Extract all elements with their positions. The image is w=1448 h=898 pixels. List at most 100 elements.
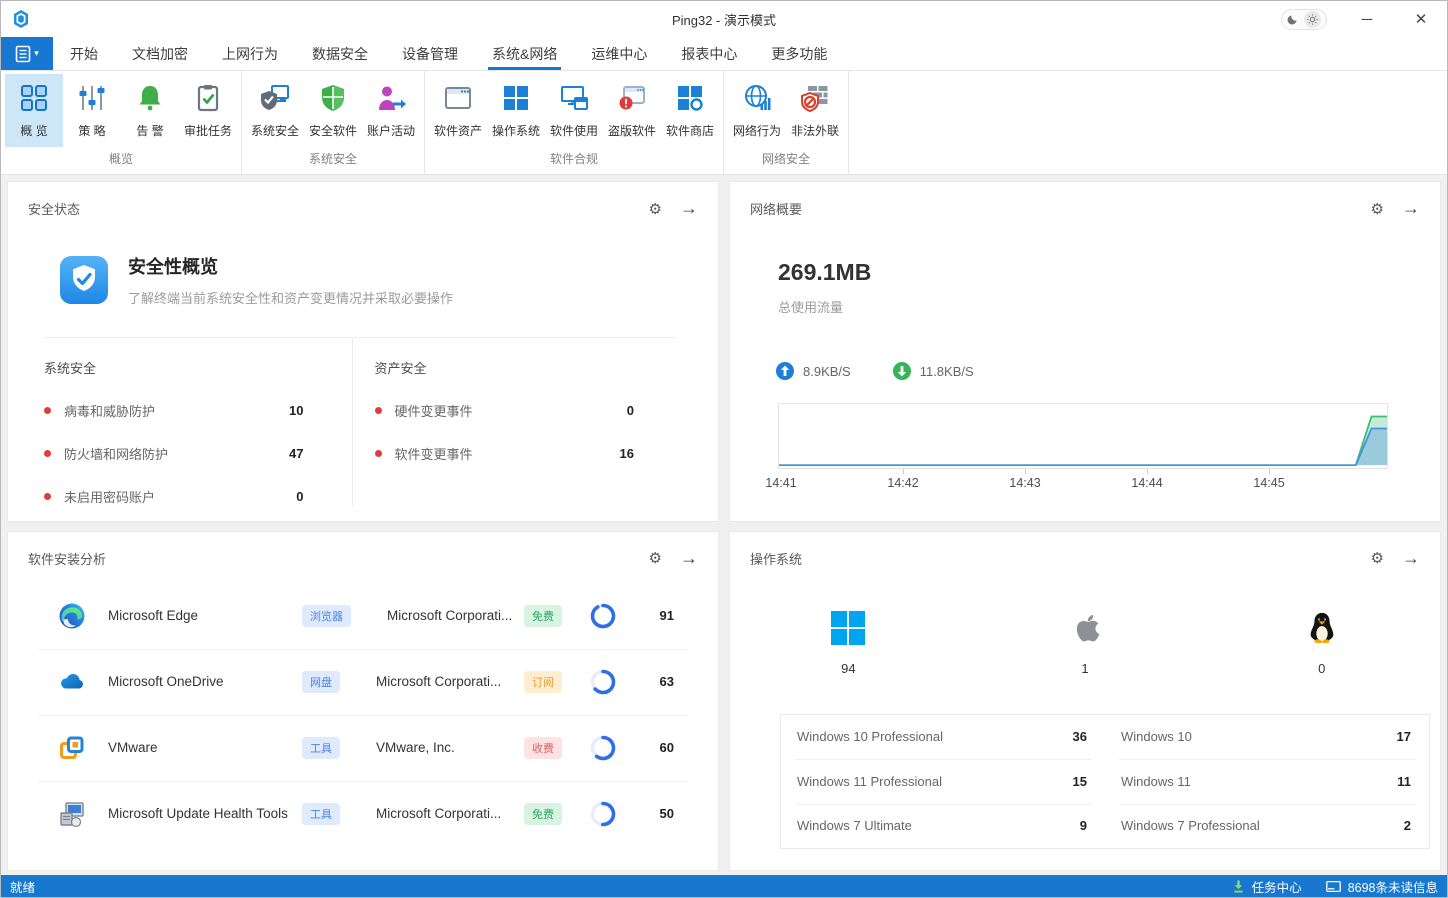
license-badge: 订阅 [524,671,562,693]
arrow-right-icon[interactable]: → [680,198,698,219]
os-linux-summary[interactable]: 0 [1203,611,1440,676]
ribbon-button-alerts[interactable]: 告 警 [121,74,179,147]
software-row-onedrive[interactable]: Microsoft OneDrive 网盘 Microsoft Corporat… [8,649,718,715]
ribbon-button-network-behavior[interactable]: 网络行为 [728,74,786,147]
table-cell[interactable]: Windows 10 Professional 36 [781,715,1105,760]
panel-security-status: 安全状态 ⚙ → 安全性概览 了解终端当前系统安全性和资产变更情况并采取必要操作 [7,181,719,522]
system-security-column: 系统安全 病毒和威胁防护 10 防火墙和网络防护 47 未启用密码账户 [44,338,353,506]
app-window-icon [443,81,473,115]
envelope-icon [1326,881,1341,892]
license-badge: 免费 [524,605,562,627]
file-menu-button[interactable]: ▾ [1,37,53,70]
alert-dot-icon [44,407,51,414]
onedrive-icon [58,668,86,696]
software-row-edge[interactable]: Microsoft Edge 浏览器 Microsoft Corporati..… [8,583,718,649]
asset-security-column: 资产安全 硬件变更事件 0 软件变更事件 16 [353,338,677,506]
gear-icon[interactable]: ⚙ [1371,200,1384,218]
ribbon-button-approval-tasks[interactable]: 审批任务 [179,74,237,147]
app-window: Ping32 - 演示模式 [0,0,1448,898]
alert-dot-icon [44,450,51,457]
status-text: 就绪 [10,877,35,896]
security-stat-row[interactable]: 未启用密码账户 0 [44,487,304,506]
close-button[interactable]: ✕ [1407,12,1435,27]
gear-icon[interactable]: ⚙ [649,200,662,218]
arrow-right-icon[interactable]: → [1402,198,1420,219]
gear-icon[interactable]: ⚙ [1371,549,1384,567]
window-title: Ping32 - 演示模式 [1,10,1447,29]
panel-operating-systems: 操作系统 ⚙ → 94 1 [729,531,1441,872]
network-total-label: 总使用流量 [778,297,1440,316]
category-badge: 工具 [302,737,340,759]
sliders-icon [77,81,107,115]
chevron-down-icon: ▾ [34,48,39,59]
unread-messages-button[interactable]: 8698条未读信息 [1326,877,1438,896]
ms-edge-icon [58,602,86,630]
ribbon-button-software-assets[interactable]: 软件资产 [429,74,487,147]
software-row-vmware[interactable]: VMware 工具 VMware, Inc. 收费 60 [8,715,718,781]
ribbon-button-security-software[interactable]: 安全软件 [304,74,362,147]
ribbon: 概 览 策 略 [1,71,1447,175]
tab-doc-encryption[interactable]: 文档加密 [115,37,205,70]
install-ratio-ring [590,801,616,827]
table-row: Windows 11 Professional 15 Windows 11 11 [781,759,1429,804]
ribbon-button-software-usage[interactable]: 软件使用 [545,74,603,147]
security-overview-subtitle: 了解终端当前系统安全性和资产变更情况并采取必要操作 [128,288,453,307]
arrow-right-icon[interactable]: → [1402,548,1420,569]
ribbon-button-system-security[interactable]: 系统安全 [246,74,304,147]
theme-toggle[interactable] [1281,9,1327,30]
tab-ops-center[interactable]: 运维中心 [574,37,664,70]
table-cell[interactable]: Windows 7 Professional 2 [1105,804,1429,849]
shield-monitor-icon [260,81,290,115]
tab-web-behavior[interactable]: 上网行为 [205,37,295,70]
security-stat-row[interactable]: 防火墙和网络防护 47 [44,444,304,463]
gear-icon[interactable]: ⚙ [649,549,662,567]
ribbon-group-label: 概览 [1,147,241,174]
software-row-update-health-tools[interactable]: Microsoft Update Health Tools 工具 Microso… [8,781,718,847]
window-controls: ─ ✕ [1281,9,1435,30]
upload-circle-icon [776,362,794,380]
alert-dot-icon [44,493,51,500]
green-shield-icon [318,81,348,115]
table-cell[interactable]: Windows 11 11 [1105,759,1429,804]
ribbon-button-policy[interactable]: 策 略 [63,74,121,147]
menu-tabbar: ▾ 开始 文档加密 上网行为 数据安全 设备管理 系统&网络 运维中心 报表中心… [1,37,1447,71]
ribbon-button-pirated-software[interactable]: 盗版软件 [603,74,661,147]
ribbon-button-illegal-connection[interactable]: 非法外联 [786,74,844,147]
tab-device-management[interactable]: 设备管理 [385,37,475,70]
os-windows-summary[interactable]: 94 [730,611,967,676]
arrow-right-icon[interactable]: → [680,548,698,569]
ribbon-group-network-security: 网络行为 [724,71,849,174]
ribbon-button-account-activity[interactable]: 账户活动 [362,74,420,147]
table-cell[interactable]: Windows 11 Professional 15 [781,759,1105,804]
statusbar: 就绪 任务中心 8698条未读信息 [1,875,1447,897]
apple-logo-icon [1068,611,1102,645]
tab-home[interactable]: 开始 [53,37,115,70]
alert-dot-icon [375,407,382,414]
ribbon-group-overview: 概 览 策 略 [1,71,242,174]
security-stat-row[interactable]: 硬件变更事件 0 [375,401,635,420]
network-total-usage: 269.1MB [778,259,1440,286]
task-center-button[interactable]: 任务中心 [1232,877,1302,896]
tab-report-center[interactable]: 报表中心 [664,37,754,70]
minimize-button[interactable]: ─ [1353,12,1381,27]
table-cell[interactable]: Windows 10 17 [1105,715,1429,760]
tab-data-security[interactable]: 数据安全 [295,37,385,70]
ribbon-button-software-store[interactable]: 软件商店 [661,74,719,147]
security-stat-row[interactable]: 软件变更事件 16 [375,444,635,463]
security-stat-row[interactable]: 病毒和威胁防护 10 [44,401,304,420]
moon-icon [1287,13,1299,25]
os-version-table: Windows 10 Professional 36 Windows 10 17… [780,714,1430,850]
tab-system-network[interactable]: 系统&网络 [475,37,574,70]
store-squares-icon [675,81,705,115]
os-apple-summary[interactable]: 1 [967,611,1204,676]
vmware-icon [58,734,86,762]
user-arrow-icon [376,81,406,115]
ribbon-button-operating-systems[interactable]: 操作系统 [487,74,545,147]
tab-more-features[interactable]: 更多功能 [754,37,844,70]
install-ratio-ring [590,669,616,695]
overview-grid-icon [19,81,49,115]
table-row: Windows 7 Ultimate 9 Windows 7 Professio… [781,804,1429,849]
ribbon-group-software-compliance: 软件资产 操作系统 [425,71,724,174]
table-cell[interactable]: Windows 7 Ultimate 9 [781,804,1105,849]
ribbon-button-overview[interactable]: 概 览 [5,74,63,147]
